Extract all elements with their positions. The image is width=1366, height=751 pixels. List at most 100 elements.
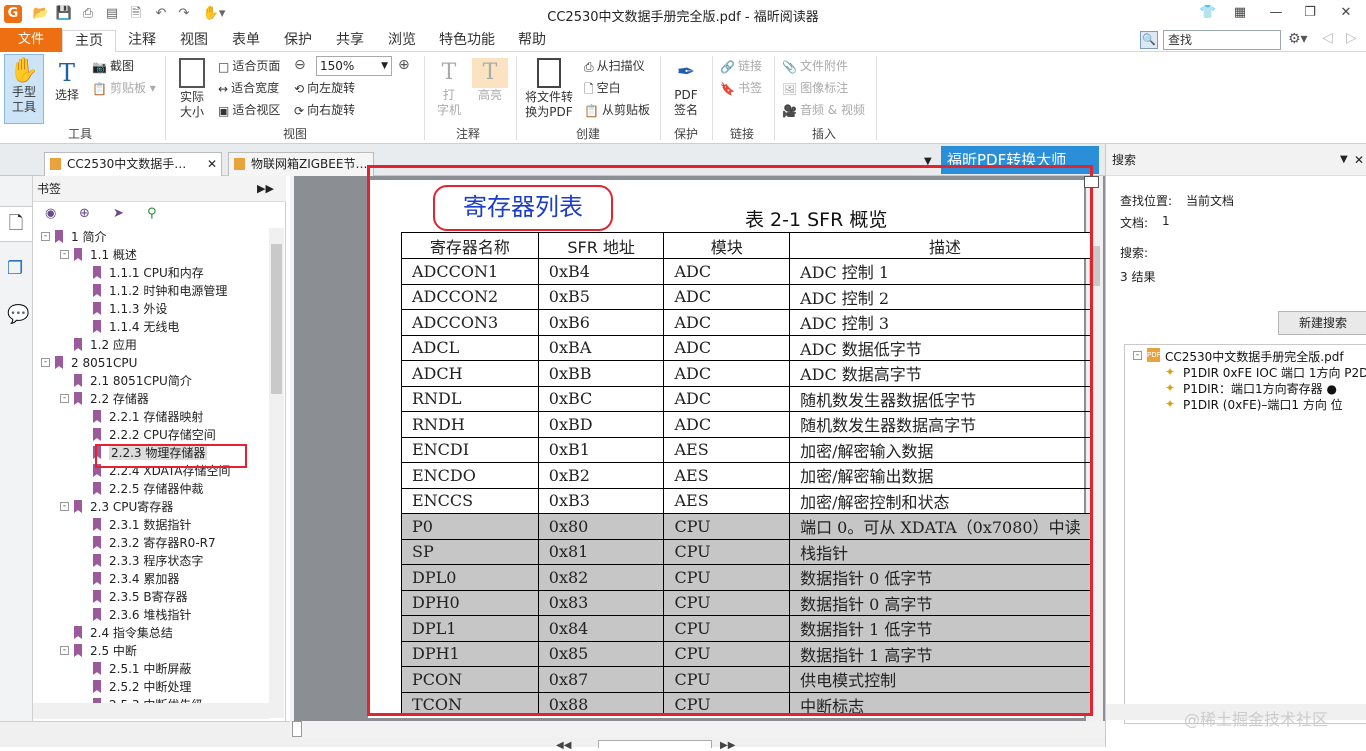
search-result-item[interactable]: P1DIR：端口1方向寄存器 ● [1183,380,1337,397]
close-button[interactable]: ✕ [1334,3,1358,23]
typewriter-button[interactable]: T 打 字机 [432,58,466,124]
collapse-toggle[interactable]: - [41,232,50,241]
link-button[interactable]: 🔗 链接 [720,56,762,76]
bookmark-item[interactable]: 2.3 CPU寄存器 [74,498,173,516]
blank-button[interactable]: 🗋 空白 [584,78,621,98]
settings-icon[interactable]: ⚙▾ [1288,31,1308,47]
bookmark-item[interactable]: 2.5.2 中断处理 [93,678,191,696]
bookmark-item[interactable]: 2.5 中断 [74,642,137,660]
new-search-button[interactable]: 新建搜索 [1278,311,1366,335]
tab-share[interactable]: 共享 [330,30,370,52]
bookmark-item[interactable]: 2.3.5 B寄存器 [93,588,188,606]
highlight-button[interactable]: T 高亮 [472,58,508,124]
actual-size-button[interactable]: 实际 大小 [174,58,210,124]
from-scanner-button[interactable]: ⎙ 从扫描仪 [584,56,645,76]
bookmark-item[interactable]: 2.1 8051CPU简介 [74,372,192,390]
annotation-handle[interactable] [1084,176,1099,188]
search-input[interactable]: 查找 [1163,30,1281,50]
collapse-toggle[interactable]: - [1133,351,1142,360]
pdf-sign-button[interactable]: ✒ PDF 签名 [668,58,704,124]
close-icon[interactable]: ✕ [1354,144,1364,176]
tab-help[interactable]: 帮助 [512,30,552,52]
bookmark-item[interactable]: 2 8051CPU [55,354,137,372]
skin-icon[interactable]: 👕 [1196,3,1220,23]
comments-panel-icon[interactable]: 💬 [7,304,29,325]
select-tool-button[interactable]: T 选择 [48,58,86,124]
tab-comment[interactable]: 注释 [122,30,162,52]
scroll-thumb[interactable] [292,721,302,737]
tab-home[interactable]: 主页 [62,30,116,54]
layout-icon[interactable]: ▦ [1228,3,1252,23]
bookmark-item[interactable]: 2.3.4 累加器 [93,570,179,588]
minimize-button[interactable]: — [1264,3,1288,23]
bookmarks-panel-icon[interactable]: 🗋 [0,206,33,242]
tab-protect[interactable]: 保护 [278,30,318,52]
bookmark-item[interactable]: 2.2.2 CPU存储空间 [93,426,216,444]
bookmark-hscrollbar[interactable] [33,703,269,719]
collapse-toggle[interactable]: - [60,646,69,655]
search-result-item[interactable]: P1DIR (0xFE)–端口1 方向 位 [1183,396,1343,413]
bookmark-item[interactable]: 1.1.4 无线电 [93,318,179,336]
collapse-toggle[interactable]: - [60,250,69,259]
zoom-select[interactable]: 150% ▼ [316,56,392,76]
find-icon[interactable]: 🔍 [1140,31,1158,49]
search-bookmark-icon[interactable]: ⚲ [147,206,157,221]
zoom-out-icon[interactable]: ⊖ [294,57,306,73]
image-annotation-button[interactable]: 🖼 图像标注 [782,78,848,98]
bookmark-item[interactable]: 1 简介 [55,228,106,246]
fit-page-button[interactable]: □ 适合页面 [218,56,280,76]
bookmark-item[interactable]: 2.2.1 存储器映射 [93,408,203,426]
zoom-in-icon[interactable]: ⊕ [398,57,410,73]
doc-tab[interactable]: 物联网箱ZIGBEE节… [228,152,374,176]
scroll-thumb[interactable] [271,244,282,394]
search-result-item[interactable]: P1DIR 0xFE IOC 端口 1方向 P2DI [1183,364,1366,381]
fit-width-button[interactable]: ↔ 适合宽度 [218,78,279,98]
bookmark-item[interactable]: 2.3.1 数据指针 [93,516,191,534]
bookmark-item[interactable]: 2.2.5 存储器仲裁 [93,480,203,498]
pages-panel-icon[interactable]: ❐ [7,258,23,279]
fit-visible-button[interactable]: ▣ 适合视区 [218,100,280,120]
last-page-icon[interactable]: ▶▶ [720,740,735,751]
move-bookmark-icon[interactable]: ➤ [113,206,124,221]
close-icon[interactable]: ✕ [207,153,217,175]
audio-video-button[interactable]: 🎥 音频 & 视频 [782,100,865,120]
doc-tab-active[interactable]: CC2530中文数据手… ✕ [44,152,222,176]
rotate-left-button[interactable]: ⟲ 向左旋转 [294,78,355,98]
panel-menu-icon[interactable]: ▼ [1340,144,1348,176]
bookmark-item[interactable]: 2.3.3 程序状态字 [93,552,203,570]
back-icon[interactable]: ◁ [1322,30,1333,46]
clipboard-button[interactable]: 📋 剪贴板 ▾ [92,78,156,98]
tab-browse[interactable]: 浏览 [382,30,422,52]
bookmark-item[interactable]: 2.4 指令集总结 [74,624,173,642]
bookmark-item[interactable]: 2.3.6 堆栈指针 [93,606,191,624]
tab-features[interactable]: 特色功能 [434,30,500,52]
convert-to-pdf-button[interactable]: 将文件转 换为PDF [522,58,576,124]
from-clipboard-button[interactable]: 📋 从剪贴板 [584,100,650,120]
collapse-panel-icon[interactable]: ▶▶ [257,176,274,202]
bookmark-item[interactable]: 1.1 概述 [74,246,137,264]
collapse-toggle[interactable]: - [60,394,69,403]
forward-icon[interactable]: ▷ [1346,30,1357,46]
bookmark-item[interactable]: 1.1.1 CPU和内存 [93,264,204,282]
tab-file[interactable]: 文件 [0,28,62,52]
tab-view[interactable]: 视图 [174,30,214,52]
screenshot-button[interactable]: 📷 截图 [92,56,134,76]
bookmark-scrollbar[interactable] [269,228,284,718]
bookmark-item[interactable]: 1.1.2 时钟和电源管理 [93,282,227,300]
bookmark-item[interactable]: 1.1.3 外设 [93,300,167,318]
bookmark-button[interactable]: 🔖 书签 [720,78,762,98]
tab-form[interactable]: 表单 [226,30,266,52]
collapse-toggle[interactable]: - [41,358,50,367]
rotate-right-button[interactable]: ⟳ 向右旋转 [294,100,355,120]
hand-tool-button[interactable]: ✋ 手型 工具 [4,54,44,124]
file-attachment-button[interactable]: 📎 文件附件 [782,56,848,76]
splitter[interactable] [290,176,294,721]
collapse-toggle[interactable]: - [60,502,69,511]
bookmark-item[interactable]: 2.2 存储器 [74,390,149,408]
first-page-icon[interactable]: ◀◀ [556,740,571,751]
add-bookmark-icon[interactable]: ⊕ [79,206,90,221]
search-result-file[interactable]: CC2530中文数据手册完全版.pdf [1165,348,1344,365]
document-hscrollbar[interactable] [290,721,1105,737]
expand-bookmark-icon[interactable]: ◉ [45,206,56,221]
restore-button[interactable]: ❐ [1298,3,1322,23]
